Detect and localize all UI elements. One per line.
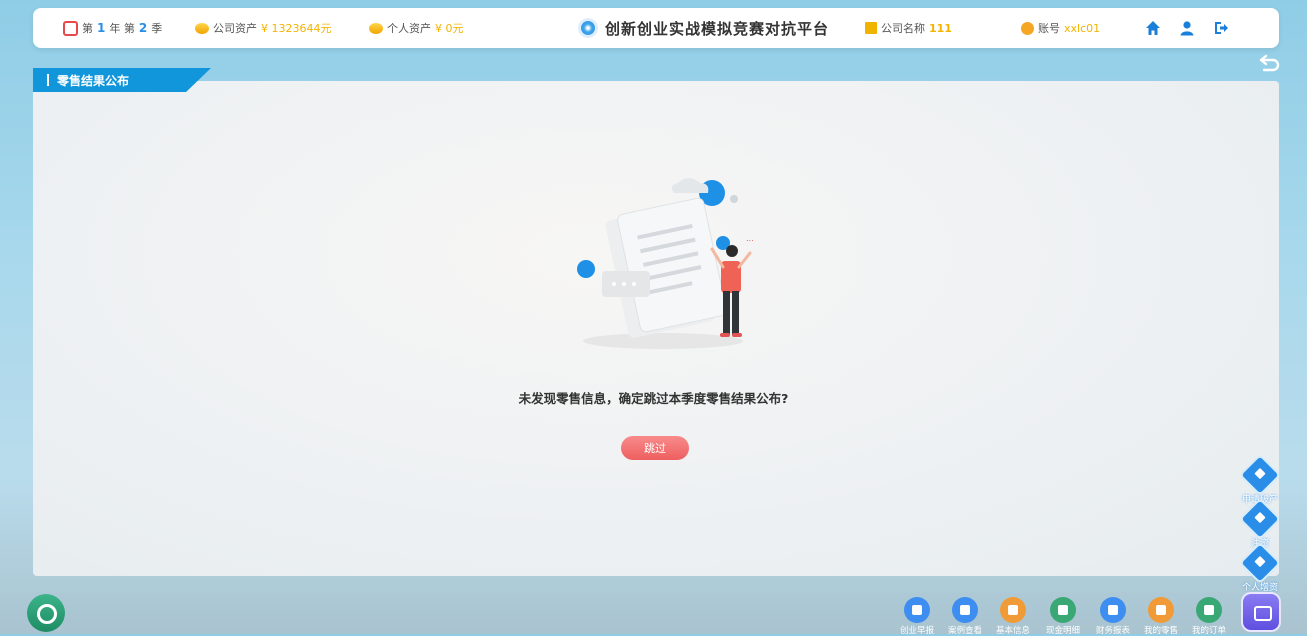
personal-assets: 个人资产 ¥ 0元	[369, 8, 464, 48]
nav-my-orders[interactable]: 我的订单	[1187, 597, 1231, 636]
home-icon[interactable]	[1145, 20, 1161, 36]
case-icon	[952, 597, 978, 623]
globe-icon[interactable]	[27, 594, 65, 632]
capital-injection-icon	[1238, 497, 1282, 541]
company-assets-value: ¥ 1323644元	[261, 22, 332, 35]
company-name-value: 111	[929, 21, 952, 35]
nav-my-retail[interactable]: 我的零售	[1139, 597, 1183, 636]
tag-icon	[1196, 597, 1222, 623]
briefcase-icon[interactable]	[1241, 592, 1281, 632]
coin-icon	[369, 22, 383, 34]
nav-startup-news[interactable]: 创业早报	[895, 597, 939, 636]
company-name-label: 公司名称	[881, 22, 925, 35]
capital-injection-button[interactable]: 注资	[1238, 497, 1282, 549]
account-label: 账号	[1038, 22, 1060, 35]
top-bar: 第 1 年 第 2 季 公司资产 ¥ 1323644元 个人资产 ¥ 0元 创新…	[33, 8, 1279, 48]
account-value: xxlc01	[1064, 21, 1101, 35]
platform-title-text: 创新创业实战模拟竞赛对抗平台	[605, 19, 830, 38]
return-arrow-icon[interactable]	[1259, 54, 1281, 72]
apply-bankruptcy-button[interactable]: 申请破产	[1238, 453, 1282, 505]
account: 账号 xxlc01	[1021, 8, 1100, 48]
company-assets-label: 公司资产	[213, 22, 257, 35]
nav-label: 创业早报	[899, 626, 934, 636]
empty-state-illustration: ...	[577, 178, 754, 349]
cash-icon	[1050, 597, 1076, 623]
nav-label: 我的订单	[1191, 626, 1226, 636]
bankruptcy-icon	[1238, 453, 1282, 497]
personal-assets-value: ¥ 0元	[435, 22, 464, 35]
building-icon	[865, 22, 877, 34]
section-tag-label: 零售结果公布	[57, 73, 130, 88]
nav-label: 我的零售	[1143, 626, 1178, 636]
platform-title: 创新创业实战模拟竞赛对抗平台	[581, 8, 829, 48]
logout-icon[interactable]	[1213, 20, 1229, 36]
alarm-clock-icon	[63, 20, 78, 36]
season-unit: 季	[151, 22, 163, 35]
period-prefix: 第	[82, 22, 93, 35]
nav-cash-details[interactable]: 现金明细	[1041, 597, 1085, 636]
nav-case-view[interactable]: 案例查看	[943, 597, 987, 636]
money-bag-icon	[1100, 597, 1126, 623]
company-name: 公司名称 111	[865, 8, 952, 48]
season-value: 2	[138, 21, 148, 35]
nav-label: 现金明细	[1045, 626, 1080, 636]
info-icon	[1000, 597, 1026, 623]
personal-capital-increase-button[interactable]: 个人增资	[1238, 541, 1282, 593]
skip-button[interactable]: 跳过	[621, 436, 689, 460]
nav-label: 基本信息	[995, 626, 1030, 636]
nav-basic-info[interactable]: 基本信息	[991, 597, 1035, 636]
year-unit: 年 第	[109, 22, 135, 35]
retail-icon	[1148, 597, 1174, 623]
nav-label: 财务报表	[1095, 626, 1130, 636]
newspaper-icon	[904, 597, 930, 623]
lightbulb-icon	[581, 21, 595, 35]
nav-financial-statements[interactable]: 财务报表	[1091, 597, 1135, 636]
section-tag: 零售结果公布	[33, 68, 211, 92]
period-indicator: 第 1 年 第 2 季	[63, 8, 162, 48]
personal-assets-label: 个人资产	[387, 22, 431, 35]
personal-capital-icon	[1238, 541, 1282, 585]
main-panel: ...	[33, 81, 1279, 576]
year-value: 1	[97, 21, 106, 35]
svg-text:...: ...	[746, 234, 754, 243]
nav-label: 案例查看	[947, 626, 982, 636]
coin-icon	[195, 22, 209, 34]
user-icon[interactable]	[1179, 20, 1195, 36]
company-assets: 公司资产 ¥ 1323644元	[195, 8, 332, 48]
account-icon	[1021, 21, 1034, 35]
empty-message: 未发现零售信息，确定跳过本季度零售结果公布?	[518, 391, 789, 406]
